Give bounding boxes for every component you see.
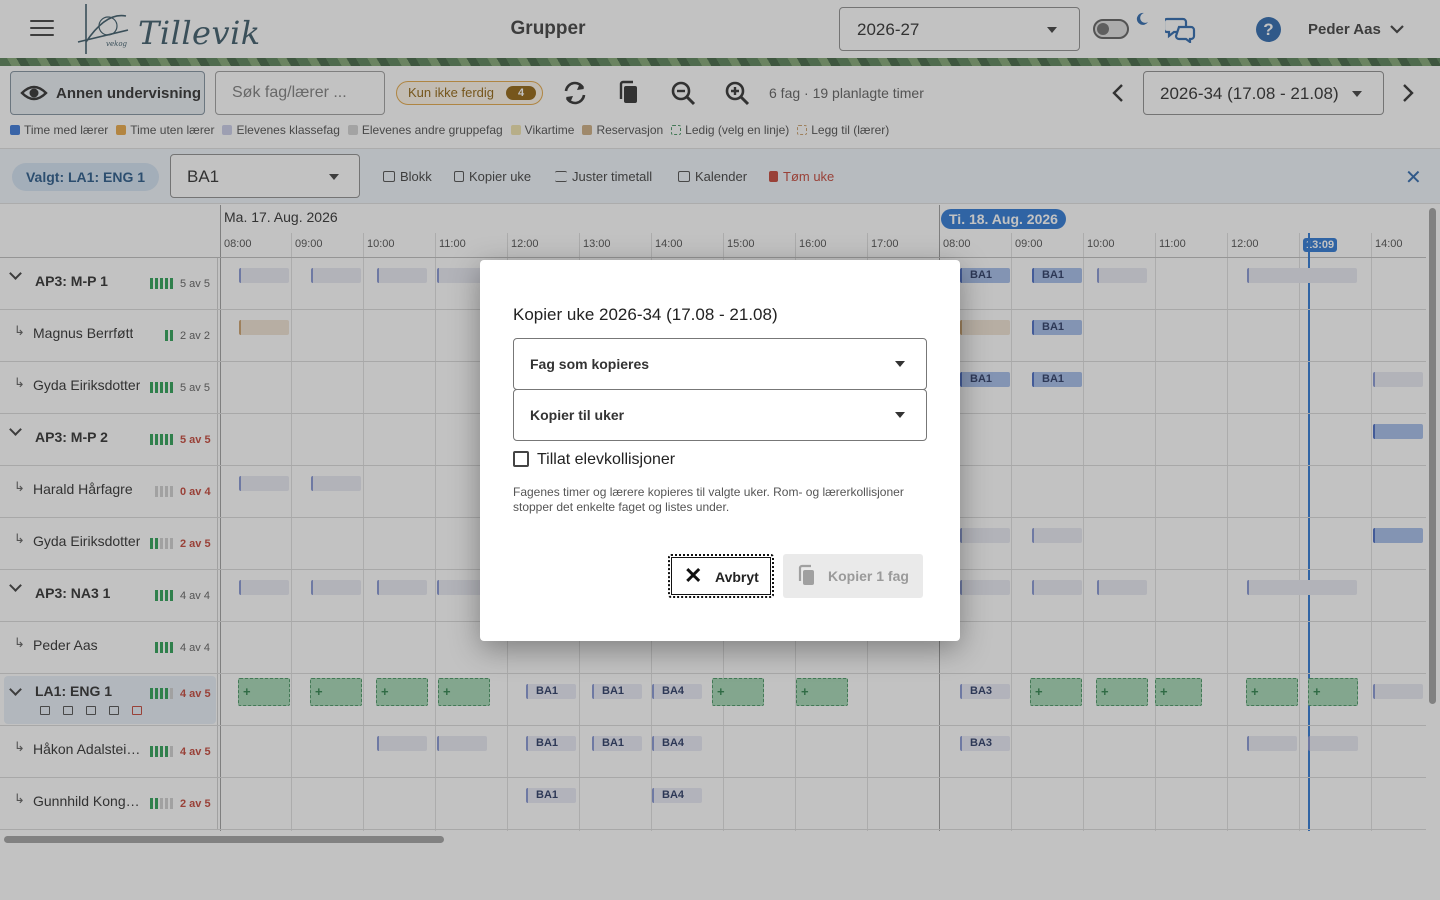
cancel-button[interactable]: ✕ Avbryt	[668, 554, 774, 598]
subjects-select-label: Fag som kopieres	[530, 356, 650, 372]
chevron-down-icon	[895, 361, 905, 367]
copy-confirm-button[interactable]: Kopier 1 fag	[783, 554, 923, 598]
chevron-down-icon	[895, 412, 905, 418]
allow-collisions-label[interactable]: Tillat elevkollisjoner	[537, 451, 675, 469]
weeks-select[interactable]: Kopier til uker	[513, 389, 927, 441]
weeks-select-label: Kopier til uker	[530, 407, 625, 423]
dialog-hint: Fagenes timer og lærere kopieres til val…	[513, 485, 904, 514]
close-icon: ✕	[684, 563, 703, 588]
dialog-title: Kopier uke 2026-34 (17.08 - 21.08)	[513, 305, 778, 324]
app-window: vekog Tillevik Grupper 2026-27 ? Peder A…	[0, 0, 1440, 900]
cancel-label: Avbryt	[715, 569, 759, 585]
subjects-select[interactable]: Fag som kopieres	[513, 338, 927, 390]
copy-week-dialog: Kopier uke 2026-34 (17.08 - 21.08) Fag s…	[480, 260, 960, 641]
allow-collisions-checkbox[interactable]	[513, 451, 529, 467]
copy-confirm-label: Kopier 1 fag	[828, 568, 909, 584]
copy-icon	[798, 564, 814, 585]
